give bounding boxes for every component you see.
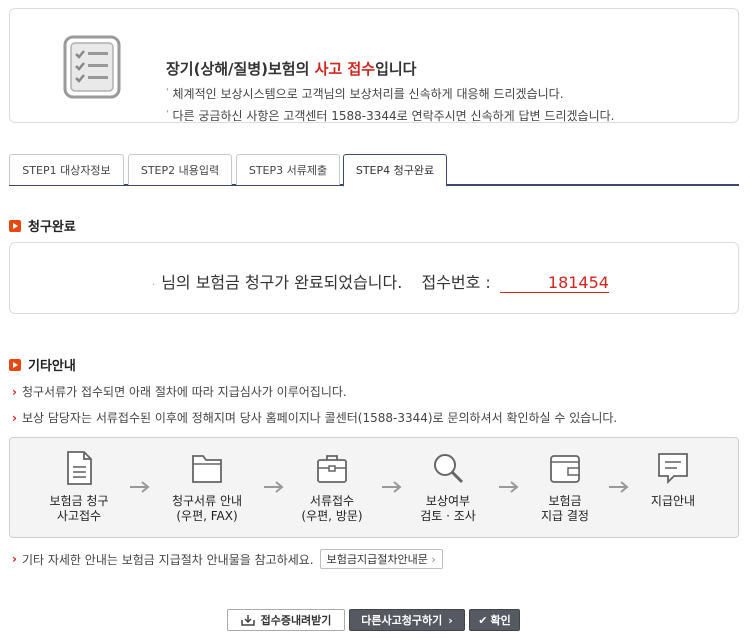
arrow-right-icon: [609, 481, 629, 493]
chevron-right-icon: ›: [12, 384, 17, 399]
process-step: 보험금 지급 결정: [520, 450, 610, 524]
message-icon: [658, 453, 688, 485]
chevron-right-icon: ›: [12, 552, 17, 566]
tab-step4[interactable]: STEP4 청구완료: [343, 154, 447, 187]
magnifier-icon: [434, 454, 464, 484]
confirm-button[interactable]: ✔ 확인: [469, 609, 520, 631]
guide-note: › 기타 자세한 안내는 보험금 지급절차 안내물을 참고하세요. 보험금지급절…: [12, 549, 443, 569]
arrow-right-icon: [264, 481, 284, 493]
tab-step2[interactable]: STEP2 내용입력: [128, 154, 232, 185]
intro-line-1: ˈ 체계적인 보상시스템으로 고객님의 보상처리를 신속하게 대응해 드리겠습니다…: [166, 87, 564, 101]
complete-section-heading: 청구완료: [9, 216, 76, 235]
intro-banner: 장기(상해/질병)보험의 사고 접수입니다 ˈ 체계적인 보상시스템으로 고객님의…: [9, 8, 739, 123]
chevron-right-icon: ›: [12, 410, 17, 425]
download-icon: [240, 615, 255, 626]
payment-guide-button[interactable]: 보험금지급절차안내문 ›: [319, 549, 443, 569]
tab-step3[interactable]: STEP3 서류제출: [236, 154, 340, 185]
arrow-right-icon: [130, 481, 150, 493]
arrow-right-icon: [499, 481, 519, 493]
process-step: 보상여부 검토 · 조사: [403, 450, 493, 524]
play-bullet-icon: [9, 219, 21, 232]
process-step: 지급안내: [628, 450, 718, 509]
receipt-number: 181454: [499, 273, 609, 293]
play-bullet-icon: [9, 358, 21, 371]
result-box: · 님의 보험금 청구가 완료되었습니다. 접수번호 : 181454: [9, 242, 739, 314]
document-icon: [67, 451, 92, 485]
wallet-icon: [550, 455, 580, 483]
tab-step1[interactable]: STEP1 대상자정보: [9, 154, 124, 185]
step-tabs: STEP1 대상자정보 STEP2 내용입력 STEP3 서류제출 STEP4 …: [9, 154, 739, 187]
process-step: 서류접수 (우편, 방문): [287, 450, 377, 524]
process-step: 보험금 청구 사고접수: [34, 450, 124, 524]
folder-icon: [192, 455, 222, 483]
info-line-1: › 청구서류가 접수되면 아래 절차에 따라 지급심사가 이루어집니다.: [12, 384, 347, 400]
arrow-right-icon: [382, 481, 402, 493]
page-title: 장기(상해/질병)보험의 사고 접수입니다: [166, 60, 417, 78]
process-flow: 보험금 청구 사고접수 청구서류 안내 (우편, FAX) 서류접수 (우편, 방문): [9, 437, 739, 538]
download-receipt-button[interactable]: 접수증내려받기: [227, 609, 345, 631]
checklist-icon: [63, 35, 121, 99]
check-icon: ✔: [478, 613, 488, 627]
claim-complete-page: 장기(상해/질병)보험의 사고 접수입니다 ˈ 체계적인 보상시스템으로 고객님의…: [0, 0, 750, 639]
result-message: · 님의 보험금 청구가 완료되었습니다. 접수번호 : 181454: [152, 273, 609, 293]
other-claim-button[interactable]: 다른사고청구하기 ›: [349, 609, 465, 631]
process-step: 청구서류 안내 (우편, FAX): [162, 450, 252, 524]
intro-line-2: ˈ 다른 궁금하신 사항은 고객센터 1588-3344로 연락주시면 신속하게 …: [166, 109, 615, 123]
info-section-heading: 기타안내: [9, 355, 76, 374]
info-line-2: › 보상 담당자는 서류접수된 이후에 정해지며 당사 홈페이지나 콜센터(15…: [12, 410, 618, 426]
briefcase-icon: [317, 455, 347, 483]
